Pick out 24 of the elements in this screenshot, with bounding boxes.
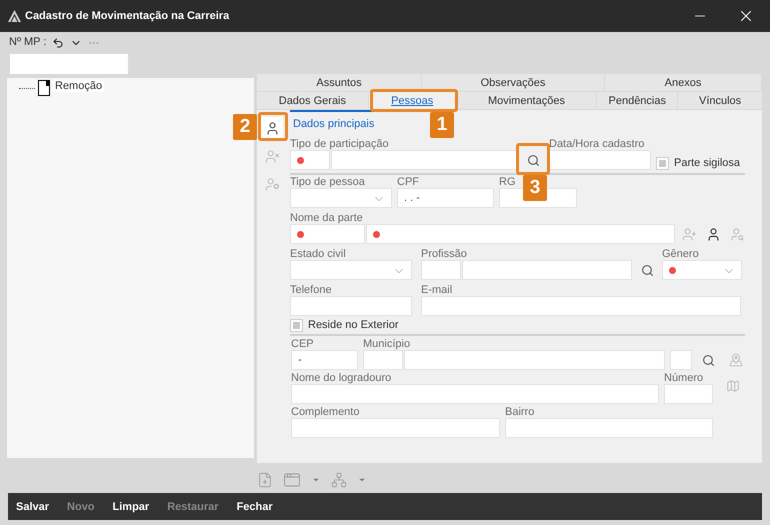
field-label: Tipo de pessoa bbox=[290, 176, 365, 188]
field-label: E-mail bbox=[421, 284, 452, 296]
step-number-tooltip: 1 bbox=[430, 112, 454, 138]
checkbox-label: Reside no Exterior bbox=[308, 319, 398, 331]
step-number-tooltip: 3 bbox=[523, 175, 547, 201]
field-label: Nome da parte bbox=[290, 212, 363, 224]
field-label: Profissão bbox=[421, 248, 467, 260]
field-label: Tipo de participação bbox=[290, 138, 389, 150]
checkbox-label: Parte sigilosa bbox=[674, 157, 740, 169]
field-label: CPF bbox=[397, 176, 419, 188]
field-label: Município bbox=[363, 338, 410, 350]
field-label: Nome do logradouro bbox=[291, 372, 392, 384]
field-label: Data/Hora cadastro bbox=[549, 138, 644, 150]
field-label: Bairro bbox=[505, 406, 534, 418]
mp-label: Nº MP : bbox=[9, 36, 46, 48]
field-label: Complemento bbox=[291, 406, 360, 418]
field-label: RG bbox=[499, 176, 516, 188]
field-label: Número bbox=[664, 372, 704, 384]
field-label: Telefone bbox=[290, 284, 332, 296]
field-label: Gênero bbox=[662, 248, 699, 260]
field-label: CEP bbox=[291, 338, 314, 350]
step-number-tooltip: 2 bbox=[233, 114, 257, 140]
field-label: Estado civil bbox=[290, 248, 346, 260]
window-title: Cadastro de Movimentação na Carreira bbox=[25, 10, 230, 22]
